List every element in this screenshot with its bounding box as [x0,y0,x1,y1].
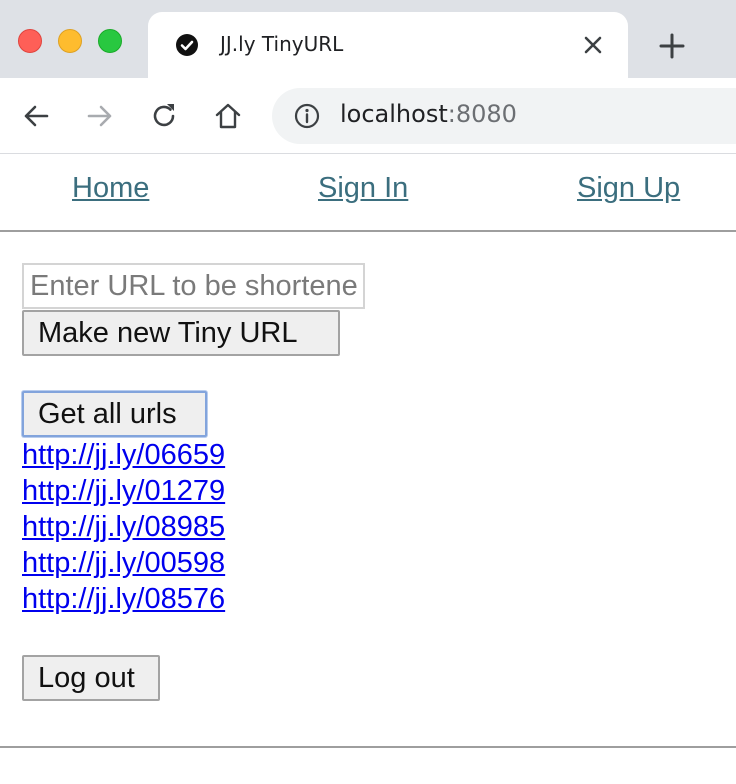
browser-tab-active[interactable]: JJ.ly TinyURL [148,12,628,78]
address-bar[interactable]: localhost:8080 [272,88,736,144]
back-arrow-icon[interactable] [20,100,52,132]
address-host: localhost [340,100,448,128]
browser-toolbar: localhost:8080 [0,78,736,154]
tab-title: JJ.ly TinyURL [220,32,344,56]
window-close-control[interactable] [18,29,42,53]
get-all-urls-button[interactable]: Get all urls [22,391,207,437]
window-zoom-control[interactable] [98,29,122,53]
nav-link-home[interactable]: Home [72,172,149,205]
info-icon[interactable] [294,103,320,129]
log-out-button[interactable]: Log out [22,655,160,701]
make-tiny-url-button[interactable]: Make new Tiny URL [22,310,340,356]
forward-arrow-icon[interactable] [84,100,116,132]
browser-tab-bar: JJ.ly TinyURL [0,0,736,78]
url-list-item[interactable]: http://jj.ly/08985 [22,509,225,545]
reload-icon[interactable] [148,100,180,132]
close-icon[interactable] [580,32,606,58]
url-list-item[interactable]: http://jj.ly/06659 [22,437,225,473]
plus-icon[interactable] [658,32,686,60]
home-icon[interactable] [212,100,244,132]
check-circle-icon [176,34,198,56]
url-list-item[interactable]: http://jj.ly/01279 [22,473,225,509]
window-minimize-control[interactable] [58,29,82,53]
url-list: http://jj.ly/06659 http://jj.ly/01279 ht… [22,437,225,617]
url-list-item[interactable]: http://jj.ly/08576 [22,581,225,617]
address-port: :8080 [447,100,517,128]
url-input[interactable] [22,263,365,309]
page-divider [0,746,736,748]
url-list-item[interactable]: http://jj.ly/00598 [22,545,225,581]
nav-link-sign-in[interactable]: Sign In [318,172,408,205]
nav-link-sign-up[interactable]: Sign Up [577,172,680,205]
address-text: localhost:8080 [340,100,517,128]
site-navigation: Home Sign In Sign Up [0,154,736,232]
